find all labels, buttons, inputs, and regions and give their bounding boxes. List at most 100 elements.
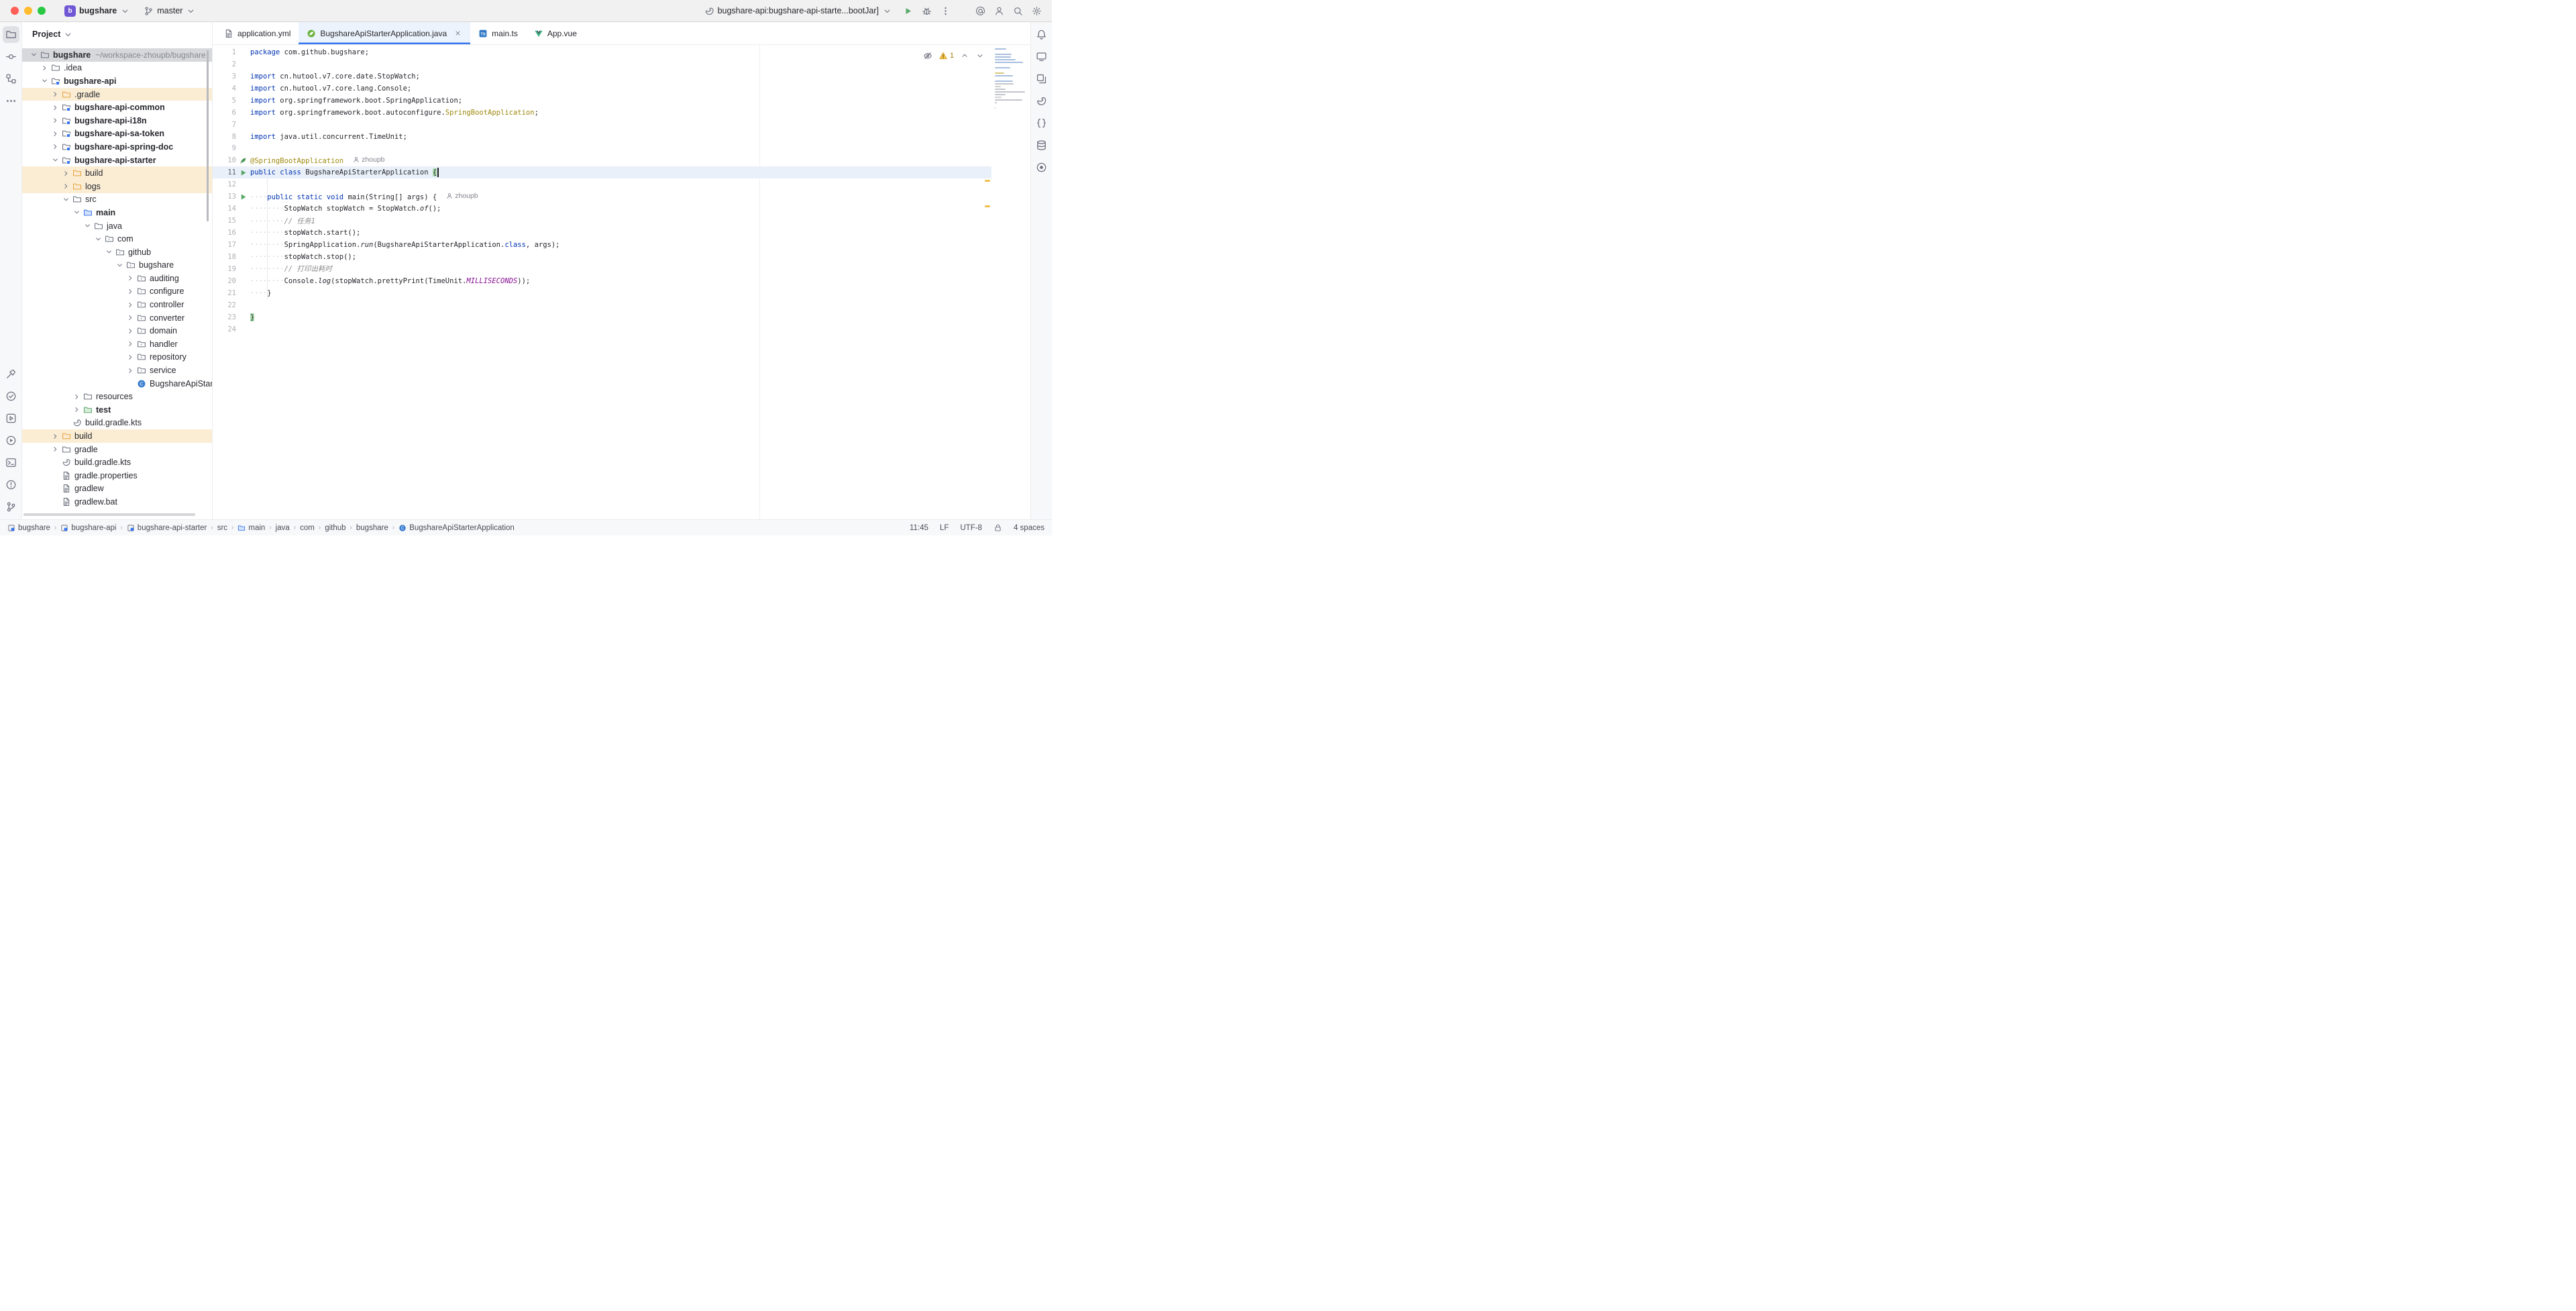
tree-item-build.gradle.kts[interactable]: build.gradle.kts xyxy=(22,417,212,430)
code-line-18[interactable]: 18········stopWatch.stop(); xyxy=(213,251,991,263)
read-only-toggle[interactable] xyxy=(994,523,1002,532)
notifications-button[interactable] xyxy=(1033,26,1050,43)
tree-chevron-icon[interactable] xyxy=(50,102,60,113)
tree-item-src[interactable]: src xyxy=(22,193,212,207)
tree-chevron-icon[interactable] xyxy=(125,299,136,310)
code-line-19[interactable]: 19········// 打印出耗时 xyxy=(213,263,991,275)
next-problem-button[interactable] xyxy=(975,51,985,60)
tab-application.yml[interactable]: application.yml xyxy=(216,22,299,44)
tree-chevron-icon[interactable] xyxy=(82,221,93,231)
tree-chevron-icon[interactable] xyxy=(50,431,60,441)
previous-problem-button[interactable] xyxy=(960,51,969,60)
run-configuration-widget[interactable]: bugshare-api:bugshare-api-starte...bootJ… xyxy=(699,4,898,18)
branch-widget[interactable]: master xyxy=(138,4,201,18)
tree-chevron-icon[interactable] xyxy=(103,247,114,258)
breadcrumb-BugshareApiStarterApplication[interactable]: CBugshareApiStarterApplication xyxy=(398,524,515,532)
tree-item-bugshare[interactable]: bugshare xyxy=(22,259,212,272)
tree-item-build.gradle.kts[interactable]: build.gradle.kts xyxy=(22,456,212,469)
tree-chevron-icon[interactable] xyxy=(50,142,60,152)
tree-item-bugshare-api-starter[interactable]: bugshare-api-starter xyxy=(22,154,212,167)
run-tool-button[interactable] xyxy=(3,432,19,449)
tree-item-com[interactable]: com xyxy=(22,232,212,246)
build-tool-button[interactable] xyxy=(3,366,19,382)
project-tree-horizontal-scrollbar[interactable] xyxy=(23,513,195,516)
minimize-window-button[interactable] xyxy=(24,7,32,15)
tree-chevron-icon[interactable] xyxy=(28,50,39,60)
tree-item-.gradle[interactable]: .gradle xyxy=(22,88,212,101)
tree-chevron-icon[interactable] xyxy=(114,260,125,270)
tree-item-gradle.properties[interactable]: gradle.properties xyxy=(22,469,212,482)
tree-item-handler[interactable]: handler xyxy=(22,337,212,351)
author-inlay-hint[interactable]: zhoupb xyxy=(446,192,478,200)
tree-chevron-icon[interactable] xyxy=(50,155,60,166)
tree-chevron-icon[interactable] xyxy=(93,233,103,244)
tree-item-repository[interactable]: repository xyxy=(22,351,212,364)
breadcrumb-com[interactable]: com xyxy=(300,524,315,532)
tree-chevron-icon[interactable] xyxy=(50,89,60,100)
code-line-9[interactable]: 9 xyxy=(213,143,991,155)
code-line-13[interactable]: 13····public static void main(String[] a… xyxy=(213,191,991,203)
tree-item-build[interactable]: build xyxy=(22,166,212,180)
code-line-12[interactable]: 12 xyxy=(213,178,991,191)
code-line-23[interactable]: 23} xyxy=(213,311,991,323)
code-line-21[interactable]: 21····} xyxy=(213,287,991,299)
tree-item-main[interactable]: main xyxy=(22,206,212,219)
tree-chevron-icon[interactable] xyxy=(125,325,136,336)
tree-chevron-icon[interactable] xyxy=(60,168,71,178)
breadcrumb-bugshare-api-starter[interactable]: bugshare-api-starter xyxy=(127,524,207,532)
cursor-position[interactable]: 11:45 xyxy=(910,524,928,532)
editor[interactable]: 1package com.github.bugshare;23import cn… xyxy=(213,45,1030,519)
tree-chevron-icon[interactable] xyxy=(125,352,136,362)
spring-gutter-icon[interactable] xyxy=(238,156,248,165)
tree-item-configure[interactable]: configure xyxy=(22,285,212,299)
highlighting-level-icon[interactable] xyxy=(923,51,932,60)
code-line-11[interactable]: 11public class BugshareApiStarterApplica… xyxy=(213,166,991,178)
code-line-7[interactable]: 7 xyxy=(213,119,991,131)
tree-chevron-icon[interactable] xyxy=(125,339,136,350)
breadcrumb-github[interactable]: github xyxy=(325,524,345,532)
tab-BugshareApiStarterApplication.java[interactable]: BugshareApiStarterApplication.java xyxy=(299,22,470,44)
tree-item-.idea[interactable]: .idea xyxy=(22,62,212,75)
code-line-6[interactable]: 6import org.springframework.boot.autocon… xyxy=(213,107,991,119)
tree-chevron-icon[interactable] xyxy=(60,194,71,205)
tree-item-java[interactable]: java xyxy=(22,219,212,233)
tree-chevron-icon[interactable] xyxy=(125,273,136,284)
code-line-16[interactable]: 16········stopWatch.start(); xyxy=(213,227,991,239)
version-control-tool-button[interactable] xyxy=(3,499,19,515)
tree-chevron-icon[interactable] xyxy=(71,405,82,415)
code-line-14[interactable]: 14········StopWatch stopWatch = StopWatc… xyxy=(213,203,991,215)
breadcrumb-bugshare[interactable]: bugshare xyxy=(7,524,50,532)
code-line-1[interactable]: 1package com.github.bugshare; xyxy=(213,46,991,58)
settings-button[interactable] xyxy=(1028,2,1045,19)
warning-stripe-mark[interactable] xyxy=(985,205,990,207)
warning-stripe-mark[interactable] xyxy=(985,180,990,182)
minimap[interactable] xyxy=(995,48,1027,113)
tree-item-bugshare-api-i18n[interactable]: bugshare-api-i18n xyxy=(22,114,212,127)
coverage-button[interactable] xyxy=(1033,159,1050,176)
more-tool-windows-button[interactable] xyxy=(3,93,19,109)
project-tool-button[interactable] xyxy=(3,26,19,43)
tree-item-build[interactable]: build xyxy=(22,429,212,443)
file-encoding[interactable]: UTF-8 xyxy=(960,524,982,532)
close-window-button[interactable] xyxy=(11,7,19,15)
close-tab-icon[interactable] xyxy=(453,29,462,38)
warnings-indicator[interactable]: 1 xyxy=(938,51,954,60)
code-line-17[interactable]: 17········SpringApplication.run(Bugshare… xyxy=(213,239,991,251)
gradle-button[interactable] xyxy=(1033,93,1050,109)
tree-item-gradle[interactable]: gradle xyxy=(22,443,212,456)
structure-tool-button[interactable] xyxy=(3,70,19,87)
tree-chevron-icon[interactable] xyxy=(39,76,50,87)
tab-main.ts[interactable]: TSmain.ts xyxy=(470,22,526,44)
tab-App.vue[interactable]: App.vue xyxy=(526,22,585,44)
code-line-10[interactable]: 10@SpringBootApplicationzhoupb xyxy=(213,154,991,166)
tree-chevron-icon[interactable] xyxy=(60,181,71,192)
tree-item-bugshare-api[interactable]: bugshare-api xyxy=(22,74,212,88)
breadcrumb-java[interactable]: java xyxy=(276,524,290,532)
tree-chevron-icon[interactable] xyxy=(50,128,60,139)
tree-chevron-icon[interactable] xyxy=(125,365,136,376)
tree-chevron-icon[interactable] xyxy=(71,391,82,402)
tree-chevron-icon[interactable] xyxy=(125,286,136,297)
tree-chevron-icon[interactable] xyxy=(71,207,82,218)
tree-item-controller[interactable]: controller xyxy=(22,298,212,311)
project-tree-vertical-scrollbar[interactable] xyxy=(207,50,209,221)
